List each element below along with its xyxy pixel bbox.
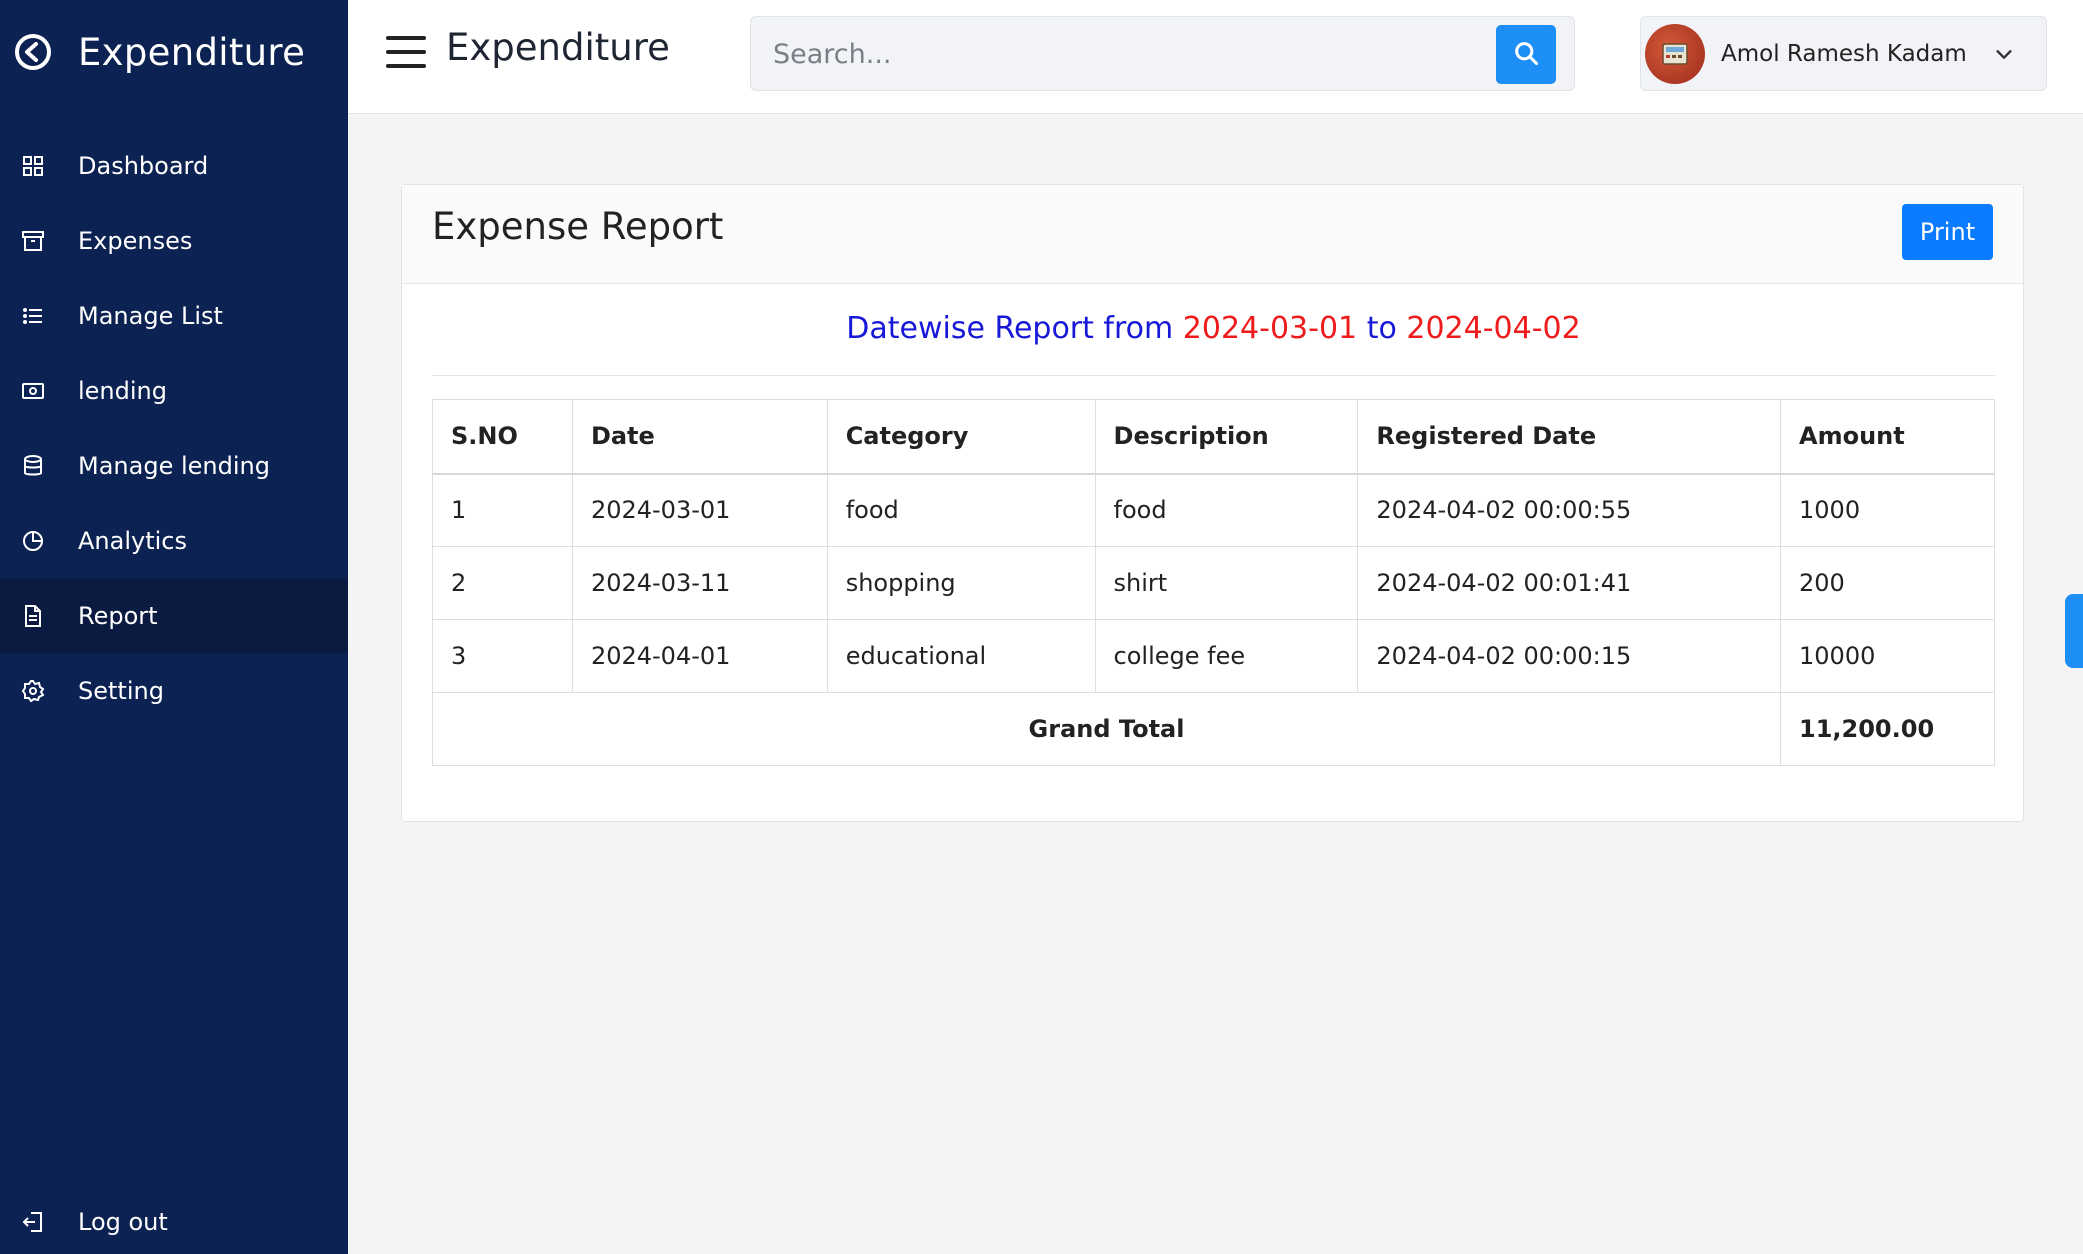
user-menu[interactable]: Amol Ramesh Kadam: [1640, 16, 2047, 91]
column-header-date: Date: [571, 399, 828, 475]
list-icon: [20, 303, 46, 329]
sidebar-item-manage-list[interactable]: Manage List: [0, 278, 348, 353]
column-header-sno: S.NO: [432, 399, 573, 475]
cell-category: educational: [826, 619, 1096, 693]
cell-registered-date: 2024-04-02 00:00:55: [1357, 473, 1782, 547]
column-header-registered-date: Registered Date: [1357, 399, 1782, 475]
sidebar-item-label: Expenses: [78, 226, 193, 255]
cell-category: food: [826, 473, 1096, 547]
top-bar: Expenditure Amol Ramesh Kadam: [348, 0, 2083, 114]
search-box: [750, 16, 1575, 91]
divider: [432, 375, 1995, 376]
print-button[interactable]: Print: [1902, 204, 1993, 260]
heading-prefix: Datewise Report from: [846, 311, 1174, 346]
sidebar-item-lending[interactable]: lending: [0, 353, 348, 428]
cell-date: 2024-03-01: [571, 473, 828, 547]
sidebar-item-label: Analytics: [78, 526, 187, 555]
heading-from-date: 2024-03-01: [1182, 311, 1358, 346]
column-header-amount: Amount: [1780, 399, 1995, 475]
cell-category: shopping: [826, 546, 1096, 620]
table-row: 2 2024-03-11 shopping shirt 2024-04-02 0…: [432, 546, 1995, 620]
sidebar-item-label: lending: [78, 376, 167, 405]
sidebar-item-label: Setting: [78, 676, 164, 705]
sidebar-item-setting[interactable]: Setting: [0, 653, 348, 728]
sidebar-item-label: Manage List: [78, 301, 223, 330]
brand-name: Expenditure: [78, 30, 306, 74]
heading-to-date: 2024-04-02: [1406, 311, 1581, 346]
grand-total-label: Grand Total: [431, 692, 1782, 766]
sidebar-item-label: Manage lending: [78, 451, 270, 480]
cell-date: 2024-03-11: [571, 546, 828, 620]
sidebar-nav: Dashboard Expenses Manage List lending M…: [0, 128, 348, 728]
chevron-down-icon: [1993, 43, 2015, 65]
card-header: Expense Report Print: [402, 185, 2023, 284]
search-button[interactable]: [1496, 25, 1556, 84]
report-heading: Datewise Report from 2024-03-01 to 2024-…: [402, 311, 2025, 346]
cell-date: 2024-04-01: [571, 619, 828, 693]
page-title: Expenditure: [446, 26, 670, 69]
report-table: S.NO Date Category Description Registere…: [431, 399, 1995, 766]
cell-registered-date: 2024-04-02 00:00:15: [1357, 619, 1782, 693]
cell-sno: 3: [432, 619, 573, 693]
expense-report-card: Expense Report Print Datewise Report fro…: [401, 184, 2024, 822]
money-icon: [20, 378, 46, 404]
cell-amount: 200: [1780, 546, 1995, 620]
column-header-description: Description: [1094, 399, 1359, 475]
user-name: Amol Ramesh Kadam: [1721, 40, 1967, 67]
cell-description: college fee: [1094, 619, 1359, 693]
gear-icon: [20, 678, 46, 704]
logout-label: Log out: [78, 1208, 168, 1236]
pie-chart-icon: [20, 528, 46, 554]
database-icon: [20, 453, 46, 479]
sidebar-item-label: Report: [78, 601, 158, 630]
cell-description: food: [1094, 473, 1359, 547]
search-icon: [1512, 39, 1540, 71]
grand-total-value: 11,200.00: [1780, 692, 1995, 766]
grand-total-row: Grand Total 11,200.00: [431, 692, 1995, 766]
sidebar-item-analytics[interactable]: Analytics: [0, 503, 348, 578]
cell-sno: 1: [432, 473, 573, 547]
cell-amount: 1000: [1780, 473, 1995, 547]
table-header-row: S.NO Date Category Description Registere…: [432, 399, 1995, 475]
cell-amount: 10000: [1780, 619, 1995, 693]
avatar: [1645, 23, 1705, 84]
scroll-tab[interactable]: [2065, 594, 2083, 668]
heading-middle: to: [1366, 311, 1397, 346]
sidebar-item-expenses[interactable]: Expenses: [0, 203, 348, 278]
column-header-category: Category: [826, 399, 1096, 475]
sidebar-item-dashboard[interactable]: Dashboard: [0, 128, 348, 203]
sidebar-item-report[interactable]: Report: [0, 578, 348, 653]
archive-icon: [20, 228, 46, 254]
sidebar-item-manage-lending[interactable]: Manage lending: [0, 428, 348, 503]
hamburger-menu-icon[interactable]: [386, 36, 426, 68]
sidebar: Expenditure Dashboard Expenses Manage Li…: [0, 0, 348, 1254]
cell-sno: 2: [432, 546, 573, 620]
cell-registered-date: 2024-04-02 00:01:41: [1357, 546, 1782, 620]
brand[interactable]: Expenditure: [0, 0, 348, 104]
table-row: 3 2024-04-01 educational college fee 202…: [432, 619, 1995, 693]
document-icon: [20, 603, 46, 629]
logo-icon: [14, 33, 52, 71]
table-row: 1 2024-03-01 food food 2024-04-02 00:00:…: [432, 473, 1995, 547]
sidebar-item-label: Dashboard: [78, 151, 209, 180]
logout-button[interactable]: Log out: [0, 1190, 348, 1254]
card-title: Expense Report: [432, 205, 724, 248]
logout-icon: [20, 1209, 46, 1235]
cell-description: shirt: [1094, 546, 1359, 620]
grid-icon: [20, 153, 46, 179]
search-input[interactable]: [773, 29, 1473, 79]
